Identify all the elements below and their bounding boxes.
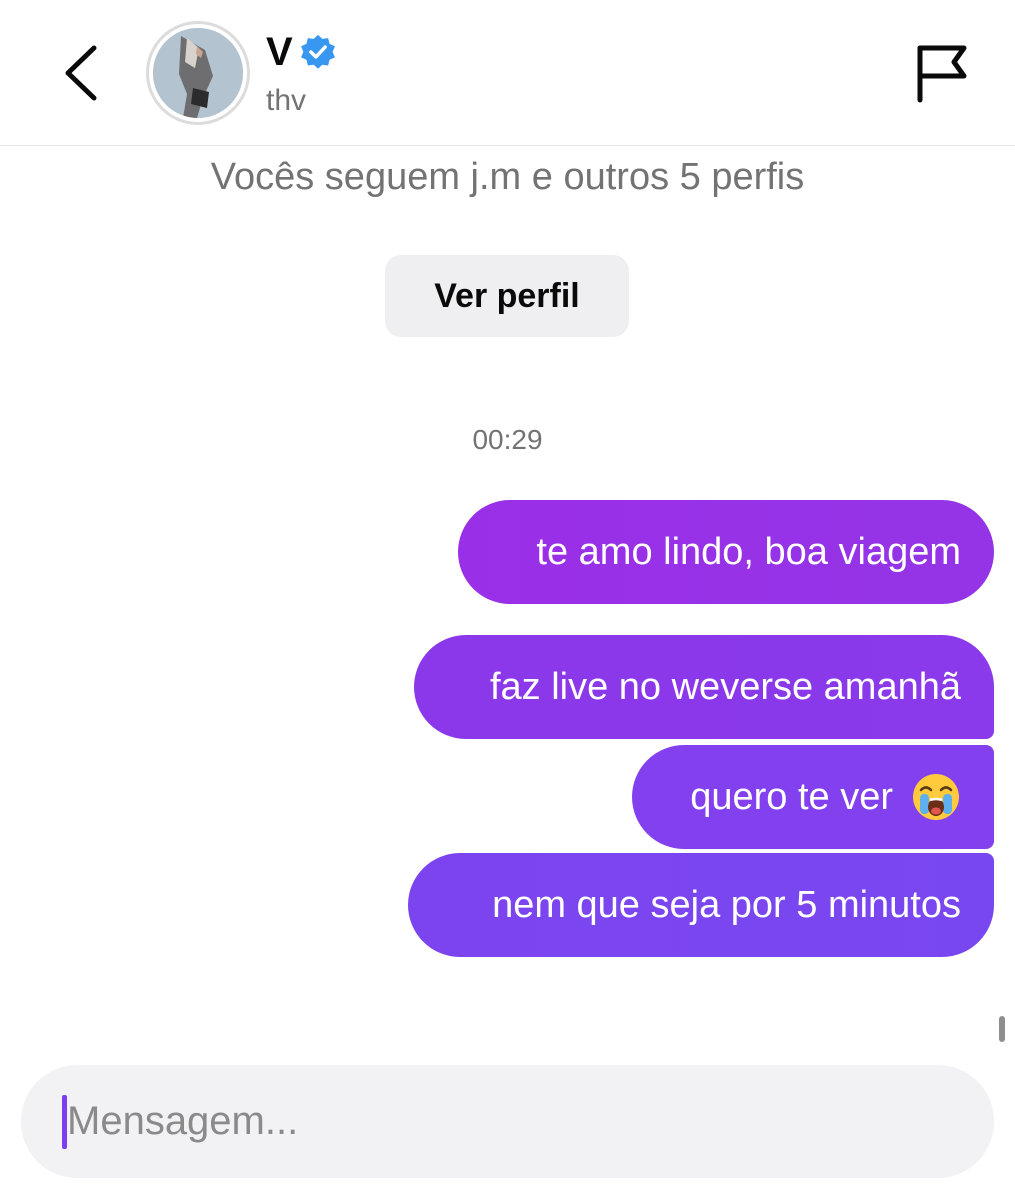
message-bubble[interactable]: faz live no weverse amanhã (414, 635, 994, 739)
message-input[interactable] (67, 1065, 947, 1178)
avatar[interactable] (146, 21, 250, 125)
flag-icon (917, 45, 967, 103)
scrollbar[interactable] (999, 1016, 1005, 1042)
back-button[interactable] (56, 40, 116, 106)
message-text: quero te ver (690, 776, 893, 818)
report-button[interactable] (912, 40, 972, 106)
message-bubble[interactable]: quero te ver (632, 745, 994, 849)
message-bubble[interactable]: te amo lindo, boa viagem (458, 500, 994, 604)
message-timestamp: 00:29 (472, 424, 543, 455)
contact-name-row[interactable]: V (266, 28, 337, 76)
avatar-image (153, 28, 243, 118)
message-text: faz live no weverse amanhã (489, 666, 961, 708)
message-bubble[interactable]: nem que seja por 5 minutos (408, 853, 994, 957)
chevron-left-icon (65, 45, 97, 101)
mutual-followers-text: Vocês seguem j.m e outros 5 perfis (210, 156, 805, 198)
message-text: te amo lindo, boa viagem (536, 531, 961, 573)
contact-name: V (266, 30, 293, 74)
view-profile-button[interactable]: Ver perfil (385, 255, 629, 337)
loudly-crying-face-icon (913, 774, 959, 820)
message-text: nem que seja por 5 minutos (492, 884, 961, 926)
chat-header: V thv (0, 0, 1015, 146)
message-composer (21, 1065, 994, 1178)
contact-handle: thv (266, 84, 307, 117)
direct-message-screen: V thv Vocês seguem j.m e outros 5 perfis… (0, 0, 1015, 1200)
avatar-photo (153, 28, 243, 118)
verified-badge-icon (300, 34, 335, 69)
